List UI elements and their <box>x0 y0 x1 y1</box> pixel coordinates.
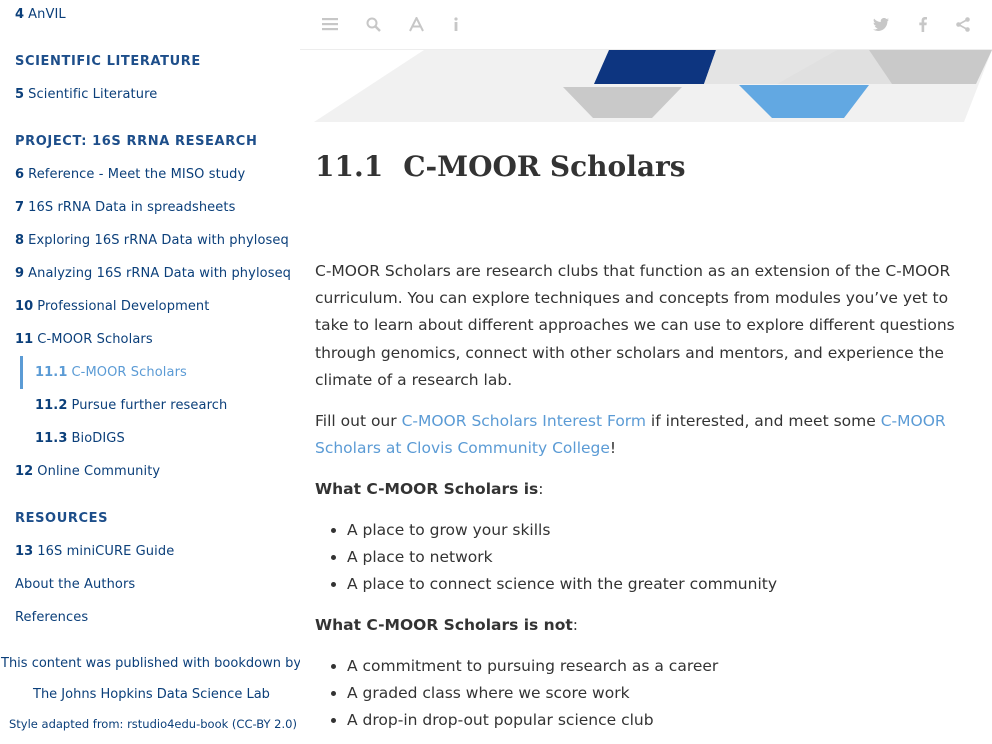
list-item: A place to connect science with the grea… <box>347 571 777 598</box>
fill-prefix-text: Fill out our <box>315 412 402 430</box>
fill-suffix-text: ! <box>609 439 617 458</box>
jhu-dsl-link[interactable]: The Johns Hopkins Data Science Lab <box>33 687 270 702</box>
toc-item-cmoor-scholars-active[interactable]: 11.1 C-MOOR Scholars <box>35 365 187 380</box>
is-heading-text: What C-MOOR Scholars is <box>315 480 539 498</box>
menu-icon[interactable] <box>320 14 340 34</box>
toc-item-further-research[interactable]: 11.2 Pursue further research <box>35 398 227 413</box>
toc-label: Pursue further research <box>71 398 228 413</box>
header-banner-graphic <box>314 50 992 122</box>
toc-section-resources: RESOURCES <box>15 511 109 526</box>
toc-label: About the Authors <box>15 577 136 592</box>
facebook-icon[interactable] <box>913 14 933 34</box>
list-item: A place to grow your skills <box>347 517 777 544</box>
search-icon[interactable] <box>363 14 383 34</box>
toc-label: Professional Development <box>37 299 210 314</box>
toc-label: C-MOOR Scholars <box>71 365 187 380</box>
toc-number: 8 <box>15 233 25 248</box>
toc-item-miso-study[interactable]: 6 Reference - Meet the MISO study <box>15 167 245 182</box>
fill-middle-text: if interested, and meet some <box>646 412 881 430</box>
toc-item-references[interactable]: References <box>15 610 88 625</box>
toc-item-anvil[interactable]: 4 AnVIL <box>15 7 66 22</box>
interest-form-link[interactable]: C-MOOR Scholars Interest Form <box>402 412 646 430</box>
list-item: A place to network <box>347 544 777 571</box>
is-not-heading: What C-MOOR Scholars is not: <box>315 612 965 639</box>
toc-item-analyzing-phyloseq[interactable]: 9 Analyzing 16S rRNA Data with phyloseq <box>15 266 291 281</box>
section-title: C-MOOR Scholars <box>403 150 686 183</box>
list-item: A graded class where we score work <box>347 680 718 707</box>
toc-label: Scientific Literature <box>28 87 158 102</box>
toc-item-about-authors[interactable]: About the Authors <box>15 577 135 592</box>
section-number: 11.1 <box>315 150 384 183</box>
toc-label: C-MOOR Scholars <box>37 332 153 347</box>
toc-number: 9 <box>15 266 25 281</box>
active-item-indicator <box>20 356 23 389</box>
toc-label: Reference - Meet the MISO study <box>28 167 246 182</box>
toc-label: 16S rRNA Data in spreadsheets <box>28 200 236 215</box>
toc-label: AnVIL <box>28 7 66 22</box>
toc-item-scientific-literature[interactable]: 5 Scientific Literature <box>15 87 157 102</box>
toc-number: 13 <box>15 544 34 559</box>
toc-number: 11.1 <box>35 365 68 380</box>
is-list: A place to grow your skills A place to n… <box>347 517 777 599</box>
is-not-heading-colon: : <box>572 616 579 634</box>
toc-label: References <box>15 610 89 625</box>
toc-number: 10 <box>15 299 34 314</box>
toc-section-project-16s: PROJECT: 16S RRNA RESEARCH <box>15 134 258 149</box>
toc-number: 11 <box>15 332 34 347</box>
toc-section-scientific-literature: SCIENTIFIC LITERATURE <box>15 54 201 69</box>
is-not-heading-text: What C-MOOR Scholars is not <box>315 616 573 634</box>
list-item: A commitment to pursuing research as a c… <box>347 653 718 680</box>
share-icon[interactable] <box>953 14 973 34</box>
toc-number: 11.3 <box>35 431 68 446</box>
toc-number: 6 <box>15 167 25 182</box>
toc-number: 12 <box>15 464 34 479</box>
page-title: 11.1 C-MOOR Scholars <box>315 150 686 183</box>
interest-form-paragraph: Fill out our C-MOOR Scholars Interest Fo… <box>315 408 965 462</box>
info-icon[interactable] <box>446 14 466 34</box>
toc-number: 5 <box>15 87 25 102</box>
toc-item-professional-development[interactable]: 10 Professional Development <box>15 299 209 314</box>
toc-item-cmoor-scholars[interactable]: 11 C-MOOR Scholars <box>15 332 153 347</box>
toc-number: 7 <box>15 200 25 215</box>
sidebar-toc: 4 AnVIL SCIENTIFIC LITERATURE 5 Scientific… <box>0 0 300 744</box>
is-heading-colon: : <box>538 480 544 498</box>
is-heading: What C-MOOR Scholars is: <box>315 476 965 503</box>
font-icon[interactable] <box>406 14 426 34</box>
intro-paragraph: C-MOOR Scholars are research clubs that … <box>315 262 955 389</box>
toc-item-exploring-phyloseq[interactable]: 8 Exploring 16S rRNA Data with phyloseq <box>15 233 289 248</box>
style-credit-link[interactable]: Style adapted from: rstudio4edu-book (CC… <box>9 717 297 731</box>
toc-label: Online Community <box>37 464 161 479</box>
toc-label: BioDIGS <box>71 431 125 446</box>
toc-item-biodigs[interactable]: 11.3 BioDIGS <box>35 431 125 446</box>
book-toolbar <box>300 0 992 50</box>
is-not-list: A commitment to pursuing research as a c… <box>347 653 718 735</box>
toc-label: 16S miniCURE Guide <box>37 544 175 559</box>
twitter-icon[interactable] <box>871 14 891 34</box>
list-item: A drop-in drop-out popular science club <box>347 707 718 734</box>
toc-label: Exploring 16S rRNA Data with phyloseq <box>28 233 289 248</box>
toc-number: 4 <box>15 7 25 22</box>
toc-item-spreadsheets[interactable]: 7 16S rRNA Data in spreadsheets <box>15 200 235 215</box>
toc-item-minicure-guide[interactable]: 13 16S miniCURE Guide <box>15 544 174 559</box>
toc-item-online-community[interactable]: 12 Online Community <box>15 464 160 479</box>
toc-label: Analyzing 16S rRNA Data with phyloseq <box>28 266 292 281</box>
published-with-text: This content was published with bookdown… <box>1 656 300 671</box>
toc-number: 11.2 <box>35 398 68 413</box>
